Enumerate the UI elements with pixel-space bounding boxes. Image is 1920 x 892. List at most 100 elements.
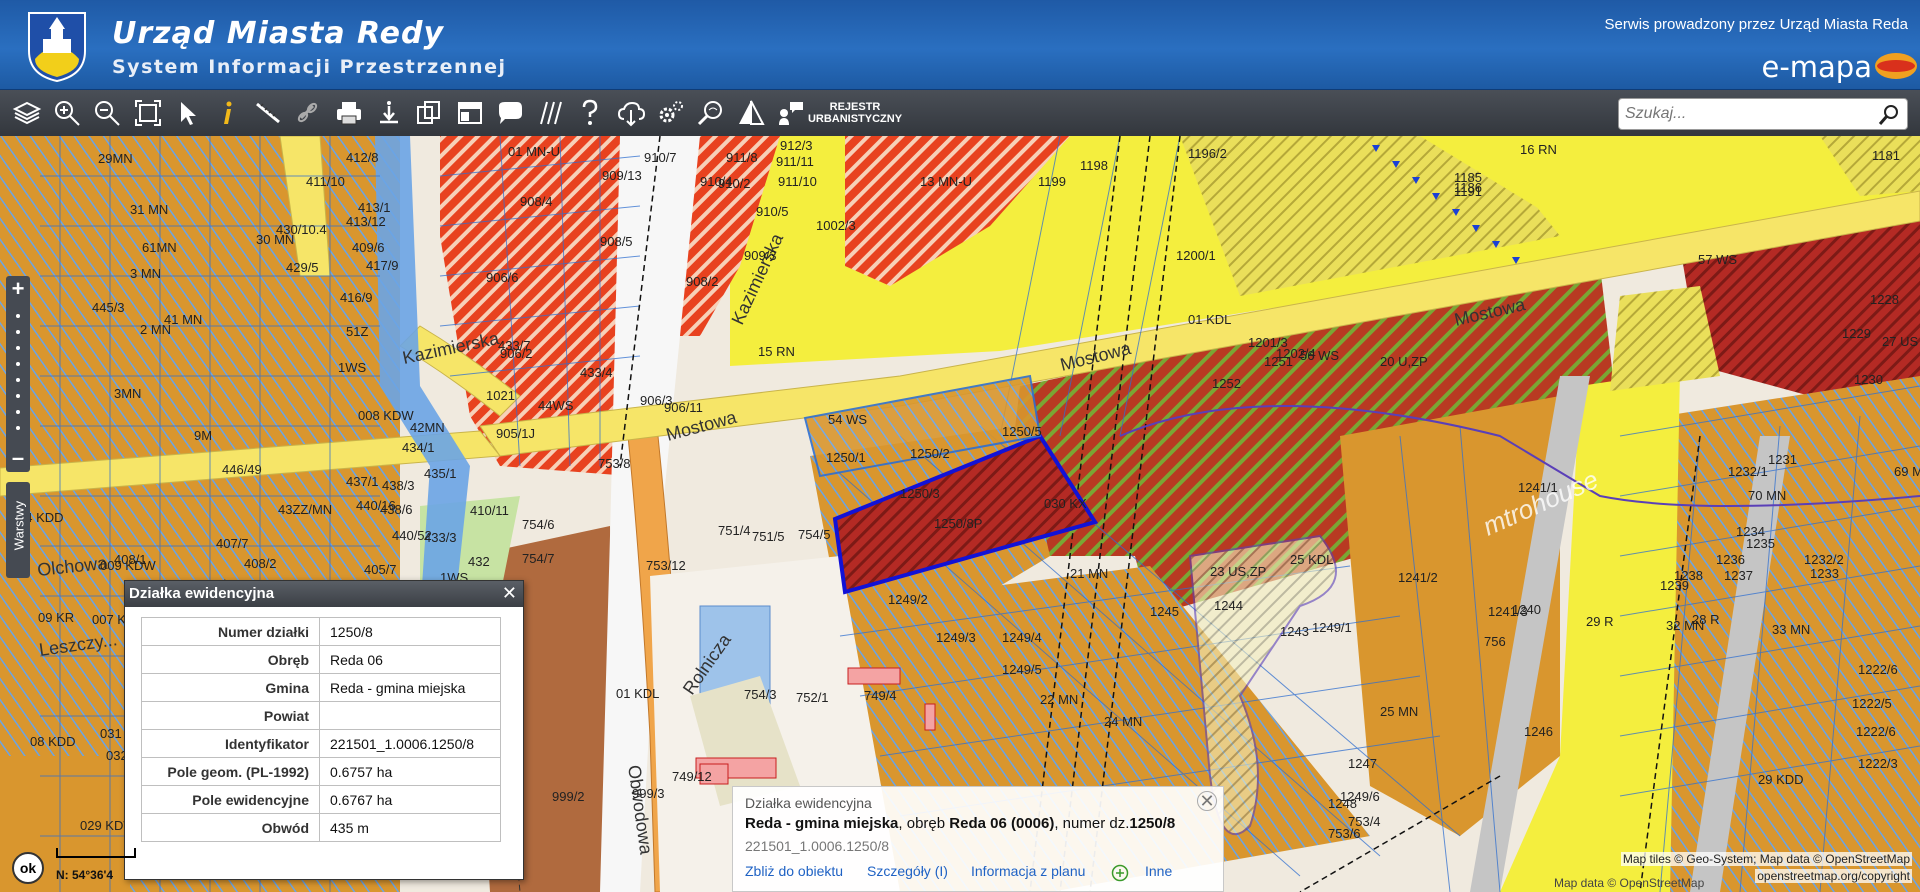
parcel-label: 1021 bbox=[486, 388, 515, 403]
parcel-label: 21 MN bbox=[1070, 566, 1108, 581]
parcel-label: 434/1 bbox=[402, 440, 435, 455]
parcel-label: 412/8 bbox=[346, 150, 379, 165]
close-icon[interactable]: ✕ bbox=[1197, 791, 1217, 811]
attribute-row: Gmina Reda - gmina miejska bbox=[141, 673, 501, 702]
parcel-label: 1236 bbox=[1716, 552, 1745, 567]
info-icon[interactable] bbox=[210, 95, 246, 131]
parcel-label: 33 MN bbox=[1772, 622, 1810, 637]
parcel-label: 413/12 bbox=[346, 214, 386, 229]
attribution-copyright-link[interactable]: openstreetmap.org/copyright bbox=[1755, 869, 1912, 883]
plus-circle-icon[interactable] bbox=[1111, 864, 1129, 882]
zoom-out-icon[interactable] bbox=[89, 95, 125, 131]
layout-icon[interactable] bbox=[452, 95, 488, 131]
parcel-label: 25 KDL bbox=[1290, 552, 1333, 567]
zoom-level-dot[interactable] bbox=[16, 410, 20, 414]
parcel-label: 030 KX bbox=[1044, 496, 1087, 511]
parcel-label: 910/7 bbox=[644, 150, 677, 165]
attribute-key: Identyfikator bbox=[141, 729, 320, 758]
parcel-label: 753/8 bbox=[598, 456, 631, 471]
parcel-label: 1230 bbox=[1854, 372, 1883, 387]
hatch-icon[interactable] bbox=[532, 95, 568, 131]
settings-icon[interactable] bbox=[653, 95, 689, 131]
details-link[interactable]: Szczegóły (I) bbox=[867, 863, 948, 879]
parcel-label: 43ZZ/MN bbox=[278, 502, 332, 517]
attribute-value: 1250/8 bbox=[319, 617, 501, 646]
measure-icon[interactable] bbox=[250, 95, 286, 131]
parcel-label: 1WS bbox=[338, 360, 367, 375]
parcel-label: 1239 bbox=[1660, 578, 1689, 593]
plan-info-link[interactable]: Informacja z planu bbox=[971, 863, 1085, 879]
parcel-label: 417/9 bbox=[366, 258, 399, 273]
coordinates-readout: N: 54°36'4 bbox=[56, 868, 114, 882]
copy-icon[interactable] bbox=[411, 95, 447, 131]
parcel-label: 999/3 bbox=[632, 786, 665, 801]
parcel-label: 24 MN bbox=[1104, 714, 1142, 729]
other-link[interactable]: Inne bbox=[1145, 863, 1172, 879]
parcel-label: 754/5 bbox=[798, 527, 831, 542]
parcel-label: 15 RN bbox=[758, 344, 795, 359]
zoom-in-icon[interactable] bbox=[49, 95, 85, 131]
zoom-level-dot[interactable] bbox=[16, 314, 20, 318]
parcel-label: 753/6 bbox=[1328, 826, 1361, 841]
parcel-info-dialog: Działka ewidencyjna ✕ Numer działki 1250/… bbox=[124, 580, 524, 880]
help-icon[interactable] bbox=[572, 95, 608, 131]
attribute-key: Obwód bbox=[141, 813, 320, 842]
download-icon[interactable] bbox=[371, 95, 407, 131]
zoom-level-dot[interactable] bbox=[16, 378, 20, 382]
parcel-label: 13 MN-U bbox=[920, 174, 972, 189]
zoom-extent-icon[interactable] bbox=[130, 95, 166, 131]
zoom-level-dot[interactable] bbox=[16, 394, 20, 398]
dialog-header[interactable]: Działka ewidencyjna ✕ bbox=[125, 581, 523, 607]
parcel-label: 1241/3 bbox=[1488, 604, 1528, 619]
urban-register-button[interactable]: REJESTR URBANISTYCZNY bbox=[800, 101, 910, 125]
parcel-label: 911/10 bbox=[778, 174, 817, 189]
parcel-label: 405/7 bbox=[364, 562, 397, 577]
parcel-label: 22 MN bbox=[1040, 692, 1078, 707]
pointer-icon[interactable] bbox=[170, 95, 206, 131]
speech-bubble-icon[interactable] bbox=[492, 95, 528, 131]
layers-tab-label: Warstwy bbox=[11, 500, 27, 551]
parcel-label: 908/2 bbox=[686, 274, 719, 289]
close-icon[interactable]: ✕ bbox=[502, 583, 517, 604]
parcel-label: 413/1 bbox=[358, 200, 391, 215]
zoom-in-button[interactable]: + bbox=[6, 278, 30, 300]
layers-panel-tab[interactable]: Warstwy bbox=[6, 482, 30, 578]
attribute-value: Reda - gmina miejska bbox=[319, 673, 501, 702]
emapa-logo[interactable]: e-mapa bbox=[1761, 50, 1872, 84]
parcel-label: 749/12 bbox=[672, 769, 712, 784]
parcel-label: 752/1 bbox=[796, 690, 829, 705]
geosystem-logo-icon[interactable] bbox=[1874, 52, 1918, 80]
parcel-label: 1191 bbox=[1454, 184, 1482, 199]
zoom-level-dot[interactable] bbox=[16, 362, 20, 366]
layers-icon[interactable] bbox=[9, 95, 45, 131]
parcel-label: 54 WS bbox=[828, 412, 867, 427]
attribute-row: Pole ewidencyjne 0.6767 ha bbox=[141, 785, 501, 814]
parcel-label: 1232/1 bbox=[1728, 464, 1768, 479]
zoom-to-object-link[interactable]: Zbliż do obiektu bbox=[745, 863, 843, 879]
popup-numer: 1250/8 bbox=[1129, 815, 1176, 832]
parcel-label: 1181 bbox=[1872, 148, 1900, 163]
search-icon[interactable] bbox=[1877, 103, 1901, 127]
zoom-level-dot[interactable] bbox=[16, 330, 20, 334]
parcel-label: 416/9 bbox=[340, 290, 373, 305]
search-map-icon[interactable] bbox=[693, 95, 729, 131]
zoom-control: + – bbox=[6, 276, 30, 472]
parcel-label: 906/11 bbox=[664, 400, 703, 415]
parcel-label: 32 MN bbox=[1666, 618, 1704, 633]
zoom-out-button[interactable]: – bbox=[6, 447, 30, 470]
zoom-level-dot[interactable] bbox=[16, 426, 20, 430]
parcel-label: 1198 bbox=[1080, 158, 1108, 173]
cloud-icon[interactable] bbox=[613, 95, 649, 131]
parcel-label: 1233 bbox=[1810, 566, 1839, 581]
zoom-level-dot[interactable] bbox=[16, 346, 20, 350]
ok-button[interactable]: ok bbox=[12, 852, 44, 884]
parcel-label: 01 KDL bbox=[616, 686, 659, 701]
popup-summary: Reda - gmina miejska, obręb Reda 06 (000… bbox=[745, 815, 1175, 832]
parcel-label: 1249/4 bbox=[1002, 630, 1042, 645]
search-input[interactable] bbox=[1625, 101, 1865, 127]
attribution-osm: Map data © OpenStreetMap bbox=[1554, 876, 1705, 890]
print-icon[interactable] bbox=[331, 95, 367, 131]
parcel-label: 1247 bbox=[1348, 756, 1377, 771]
compare-icon[interactable] bbox=[733, 95, 769, 131]
link-icon[interactable] bbox=[290, 95, 326, 131]
